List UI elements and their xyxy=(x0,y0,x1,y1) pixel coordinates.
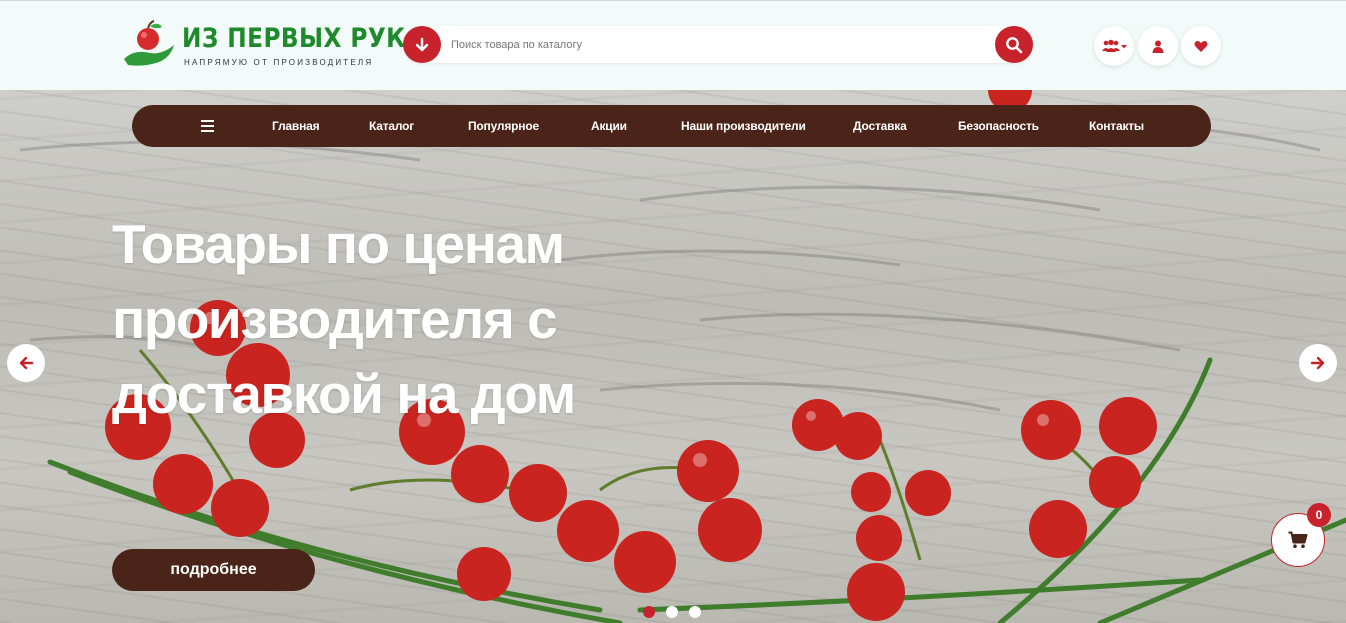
nav-item-popular[interactable]: Популярное xyxy=(468,119,539,133)
search-input[interactable] xyxy=(451,32,981,57)
nav-item-catalog[interactable]: Каталог xyxy=(369,119,414,133)
search-button[interactable] xyxy=(995,26,1033,63)
hero-slider: Главная Каталог Популярное Акции Наши пр… xyxy=(0,90,1346,623)
arrow-left-icon xyxy=(19,356,34,370)
menu-burger-icon[interactable] xyxy=(200,118,216,134)
nav-item-producers[interactable]: Наши производители xyxy=(681,119,806,133)
search-icon xyxy=(1006,36,1023,53)
slider-prev-button[interactable] xyxy=(7,344,45,382)
apple-hand-logo-icon xyxy=(124,20,174,66)
more-button[interactable]: подробнее xyxy=(112,549,315,591)
slider-dot-1[interactable] xyxy=(643,606,655,618)
account-button[interactable] xyxy=(1138,26,1178,66)
user-icon xyxy=(1152,40,1164,53)
catalog-dropdown-button[interactable] xyxy=(403,26,441,63)
slider-dots xyxy=(643,606,701,618)
nav-item-home[interactable]: Главная xyxy=(272,119,320,133)
nav-item-contacts[interactable]: Контакты xyxy=(1089,119,1144,133)
slider-dot-2[interactable] xyxy=(666,606,678,618)
site-header: ИЗ ПЕРВЫХ РУК НАПРЯМУЮ ОТ ПРОИЗВОДИТЕЛЯ xyxy=(0,0,1346,90)
slider-dot-3[interactable] xyxy=(689,606,701,618)
site-logo[interactable]: ИЗ ПЕРВЫХ РУК НАПРЯМУЮ ОТ ПРОИЗВОДИТЕЛЯ xyxy=(120,19,405,71)
logo-subtitle: НАПРЯМУЮ ОТ ПРОИЗВОДИТЕЛЯ xyxy=(184,58,374,67)
search-bar xyxy=(403,26,1033,63)
users-dropdown-button[interactable] xyxy=(1094,26,1134,66)
users-dropdown-icon xyxy=(1102,39,1127,52)
shopping-cart-icon xyxy=(1288,531,1308,548)
favorites-button[interactable] xyxy=(1181,26,1221,66)
heart-icon xyxy=(1194,40,1208,52)
cart-count-badge: 0 xyxy=(1307,503,1331,527)
arrow-right-icon xyxy=(1310,356,1325,370)
nav-item-sales[interactable]: Акции xyxy=(591,119,627,133)
slider-next-button[interactable] xyxy=(1299,344,1337,382)
arrow-down-icon xyxy=(415,37,429,51)
nav-item-safety[interactable]: Безопасность xyxy=(958,119,1039,133)
logo-title: ИЗ ПЕРВЫХ РУК xyxy=(182,23,406,54)
main-nav: Главная Каталог Популярное Акции Наши пр… xyxy=(132,105,1211,147)
hero-title: Товары по ценам производителя с доставко… xyxy=(112,213,576,425)
nav-item-delivery[interactable]: Доставка xyxy=(853,119,907,133)
